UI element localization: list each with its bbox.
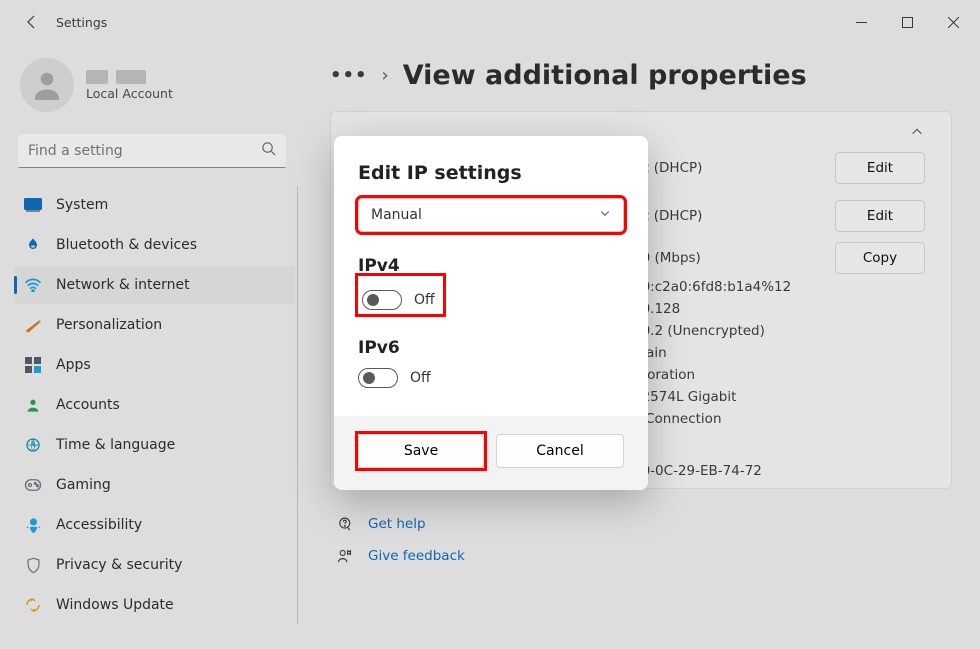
titlebar: Settings xyxy=(0,0,980,44)
search-box[interactable] xyxy=(18,134,286,168)
maximize-button[interactable] xyxy=(884,7,930,37)
nav-icon xyxy=(24,476,42,494)
nav-item-apps[interactable]: Apps xyxy=(14,346,295,384)
get-help-label: Get help xyxy=(368,516,426,532)
nav-item-system[interactable]: System xyxy=(14,186,295,224)
property-value: main xyxy=(633,345,819,361)
property-value: 2 xyxy=(633,434,819,450)
edit-button[interactable]: Edit xyxy=(835,200,925,232)
breadcrumb-ellipsis[interactable]: ••• xyxy=(330,65,368,86)
nav-icon xyxy=(24,356,42,374)
property-value: rporation xyxy=(633,367,819,383)
search-input[interactable] xyxy=(28,143,261,159)
property-value: 60.128 xyxy=(633,301,819,317)
property-value: 82574L Gigabit xyxy=(633,389,819,405)
account-block[interactable]: Local Account xyxy=(14,54,298,132)
nav-list: System Bluetooth & devices Network & inter… xyxy=(14,186,298,624)
ipv4-toggle-state: Off xyxy=(414,292,435,308)
nav-icon xyxy=(24,396,42,414)
nav-item-accounts[interactable]: Accounts xyxy=(14,386,295,424)
ipv4-label: IPv4 xyxy=(358,256,624,276)
nav-label: Personalization xyxy=(56,317,162,333)
nav-item-time-language[interactable]: Time & language xyxy=(14,426,295,464)
nav-icon xyxy=(24,516,42,534)
nav-icon xyxy=(24,596,42,614)
nav-label: Network & internet xyxy=(56,277,190,293)
nav-label: Apps xyxy=(56,357,91,373)
ipv6-label: IPv6 xyxy=(358,338,624,358)
cancel-button[interactable]: Cancel xyxy=(496,434,624,468)
sidebar: Local Account System Bluetooth & devices N… xyxy=(0,44,302,649)
ip-mode-selected: Manual xyxy=(371,207,422,223)
search-icon xyxy=(261,141,276,160)
property-value: 00:c2a0:6fd8:b1a4%12 xyxy=(633,279,819,295)
help-icon xyxy=(336,515,354,533)
nav-icon xyxy=(24,556,42,574)
nav-item-privacy-security[interactable]: Privacy & security xyxy=(14,546,295,584)
breadcrumb: ••• › View additional properties xyxy=(330,60,952,91)
give-feedback-label: Give feedback xyxy=(368,548,465,564)
nav-icon xyxy=(24,236,42,254)
nav-icon xyxy=(24,316,42,334)
nav-label: System xyxy=(56,197,108,213)
ipv6-toggle[interactable] xyxy=(358,368,398,388)
feedback-icon xyxy=(336,547,354,565)
avatar xyxy=(20,58,74,112)
nav-icon xyxy=(24,436,42,454)
give-feedback-link[interactable]: Give feedback xyxy=(336,547,952,565)
minimize-button[interactable] xyxy=(838,7,884,37)
property-value: 60.2 (Unencrypted) xyxy=(633,323,819,339)
property-value: k Connection xyxy=(633,411,819,427)
chevron-right-icon: › xyxy=(382,65,389,86)
save-button[interactable]: Save xyxy=(358,434,484,468)
close-button[interactable] xyxy=(930,7,976,37)
nav-icon xyxy=(24,196,42,214)
back-button[interactable] xyxy=(16,6,48,38)
nav-label: Bluetooth & devices xyxy=(56,237,197,253)
property-value: 00 (Mbps) xyxy=(633,250,819,266)
dialog-title: Edit IP settings xyxy=(358,162,624,184)
nav-item-network-internet[interactable]: Network & internet xyxy=(14,266,295,304)
property-value: tic (DHCP) xyxy=(633,208,819,224)
nav-item-bluetooth-devices[interactable]: Bluetooth & devices xyxy=(14,226,295,264)
account-type: Local Account xyxy=(86,86,173,101)
nav-label: Accessibility xyxy=(56,517,142,533)
nav-label: Accounts xyxy=(56,397,120,413)
collapse-button[interactable] xyxy=(907,122,927,142)
nav-item-accessibility[interactable]: Accessibility xyxy=(14,506,295,544)
chevron-down-icon xyxy=(599,207,611,223)
property-value: 00-0C-29-EB-74-72 xyxy=(633,463,819,479)
edit-ip-settings-dialog: Edit IP settings Manual IPv4 Off IPv6 Of… xyxy=(334,136,648,490)
nav-item-personalization[interactable]: Personalization xyxy=(14,306,295,344)
page-title: View additional properties xyxy=(403,60,807,91)
nav-item-windows-update[interactable]: Windows Update xyxy=(14,586,295,624)
nav-item-gaming[interactable]: Gaming xyxy=(14,466,295,504)
copy-button[interactable]: Copy xyxy=(835,242,925,274)
account-name xyxy=(86,70,173,84)
property-value: tic (DHCP) xyxy=(633,160,819,176)
ipv6-toggle-state: Off xyxy=(410,370,431,386)
window-title: Settings xyxy=(56,15,107,30)
ip-mode-dropdown[interactable]: Manual xyxy=(358,198,624,232)
nav-label: Windows Update xyxy=(56,597,174,613)
nav-label: Time & language xyxy=(56,437,175,453)
nav-label: Privacy & security xyxy=(56,557,182,573)
edit-button[interactable]: Edit xyxy=(835,152,925,184)
nav-icon xyxy=(24,276,42,294)
nav-label: Gaming xyxy=(56,477,111,493)
get-help-link[interactable]: Get help xyxy=(336,515,952,533)
ipv4-toggle[interactable] xyxy=(362,290,402,310)
